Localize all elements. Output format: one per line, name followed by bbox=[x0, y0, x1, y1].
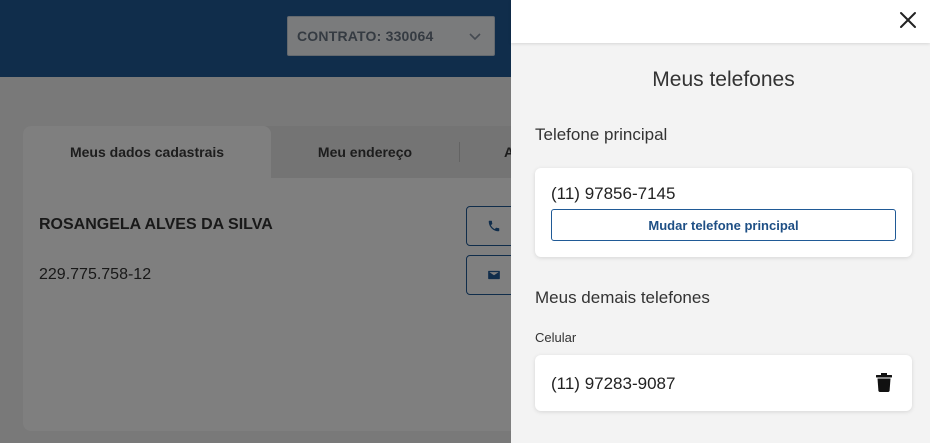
primary-phone-section-title: Telefone principal bbox=[535, 125, 668, 144]
trash-icon[interactable] bbox=[876, 373, 892, 392]
primary-phone-card: (11) 97856-7145 Mudar telefone principal bbox=[535, 168, 912, 257]
phones-drawer: Meus telefones Telefone principal (11) 9… bbox=[511, 0, 930, 443]
primary-phone-number: (11) 97856-7145 bbox=[551, 184, 676, 203]
other-phones-section-title: Meus demais telefones bbox=[535, 288, 710, 307]
phone-type-label: Celular bbox=[535, 330, 577, 345]
drawer-header bbox=[511, 0, 930, 43]
close-icon[interactable] bbox=[898, 10, 918, 30]
other-phone-number: (11) 97283-9087 bbox=[551, 374, 676, 393]
other-phone-card: (11) 97283-9087 bbox=[535, 355, 912, 411]
drawer-title: Meus telefones bbox=[652, 68, 795, 91]
change-primary-phone-button[interactable]: Mudar telefone principal bbox=[551, 209, 896, 241]
